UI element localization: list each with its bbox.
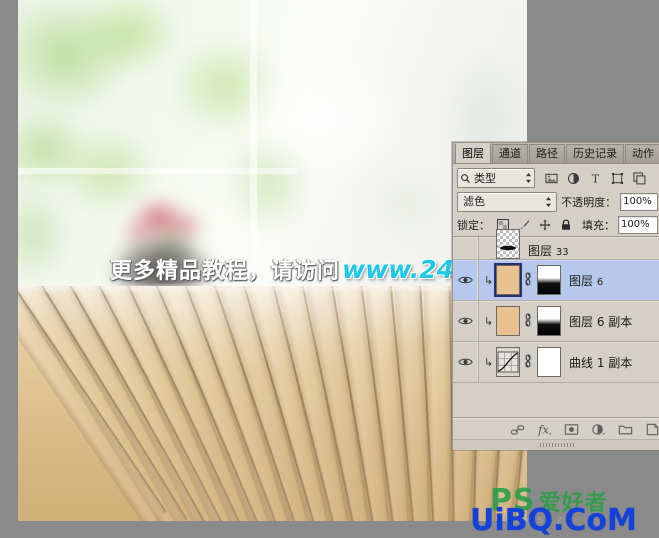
panel-tab-4[interactable]: 历史记录 [566,144,624,163]
watermark-bottom-right: PS爱好者 www.sa.z UiBQ.CoM [470,483,659,535]
mask-link-icon[interactable] [523,272,533,286]
eye-icon [458,275,473,285]
new-layer-icon [645,422,659,437]
eye-icon [458,357,473,367]
layer-row[interactable]: ↳ 图层 6 副本 [453,301,659,342]
layer-name-label: 图层 33 [528,242,569,259]
svg-text:T: T [592,172,600,184]
mask-link-wrapper[interactable] [520,271,536,290]
mask-link-wrapper[interactable] [520,312,536,331]
add-layer-mask-icon [564,422,579,437]
lock-position-icon[interactable] [539,219,551,231]
layers-panel[interactable]: 图层通道路径历史记录动作 类型 [452,142,659,450]
layer-content-preview [497,230,519,258]
layer-thumbnail[interactable] [496,306,520,336]
filter-kind-dropdown[interactable]: 类型 [457,168,535,188]
opacity-input[interactable]: 100% [620,193,658,211]
watermark-uibq-text: UiBQ.CoM [470,503,637,538]
layer-visibility-toggle[interactable] [453,260,479,300]
lock-all-icon[interactable] [560,219,572,231]
layer-style-button[interactable]: fx [537,422,552,437]
fill-input[interactable]: 100% [618,216,658,234]
filter-shape-icon[interactable] [611,172,624,185]
lock-label: 锁定： [457,217,490,233]
panel-resize-grip[interactable] [453,439,659,450]
layer-name-label: 曲线 1 副本 [569,354,632,371]
chevron-updown-icon[interactable] [525,172,532,184]
panel-tab-2[interactable]: 通道 [492,144,528,163]
panel-tab-bar[interactable]: 图层通道路径历史记录动作 [453,143,659,164]
filter-kind-label: 类型 [474,170,522,186]
lock-row[interactable]: 锁定： [453,214,659,236]
layer-list[interactable]: 图层 33 ↳ 图层 6 ↳ 图层 6 副本 ↳ 曲线 1 副本 [453,236,659,383]
layer-row[interactable]: ↳ 曲线 1 副本 [453,342,659,383]
layer-visibility-toggle[interactable] [453,237,479,259]
layer-mask-thumbnail[interactable] [537,265,561,295]
layer-name-label: 图层 6 副本 [569,313,632,330]
layer-filter-row[interactable]: 类型 T [453,164,659,190]
mask-link-icon[interactable] [523,313,533,327]
blend-mode-dropdown[interactable]: 滤色 [457,192,557,212]
filter-type-buttons[interactable]: T [545,172,646,185]
layer-row[interactable]: ↳ 图层 6 [453,260,659,301]
layer-name-label: 图层 6 [569,272,603,289]
layer-visibility-toggle[interactable] [453,342,479,382]
new-layer-button[interactable] [645,422,659,437]
panel-tab-3[interactable]: 路径 [529,144,565,163]
fill-group[interactable]: 填充： 100% [582,216,658,234]
eye-icon [458,316,473,326]
curves-adjustment-icon [497,348,519,376]
grip-dots-icon [540,443,574,447]
wood-floor [18,286,527,521]
new-fill-adjustment-button[interactable] [591,422,606,437]
layer-thumbnail[interactable] [496,229,520,259]
layer-row[interactable]: 图层 33 [453,237,659,260]
panel-bottom-toolbar[interactable]: fx [453,417,659,440]
floor-horizon-edge [18,286,527,291]
magnifier-icon [460,173,471,184]
layer-thumbnail[interactable] [496,265,520,295]
opacity-label: 不透明度： [561,194,616,210]
fill-label: 填充： [582,217,615,233]
blend-mode-value: 滤色 [463,195,485,208]
new-group-button[interactable] [618,422,633,437]
chevron-updown-icon[interactable] [545,196,552,208]
panel-tab-1[interactable]: 图层 [455,143,491,163]
svg-text:fx: fx [537,423,549,436]
filter-smart-object-icon[interactable] [633,172,646,185]
floor-shading [18,286,527,521]
panel-tab-5[interactable]: 动作 [625,144,659,163]
new-adjustment-layer-icon [591,422,606,437]
clipping-mask-arrow-icon: ↳ [482,315,495,328]
photoshop-screen: 更多精品教程，请访问 www.240PS.com PS爱好者 www.sa.z … [0,0,659,535]
link-layers-icon [510,422,525,437]
filter-adjustment-icon[interactable] [567,172,580,185]
add-layer-mask-button[interactable] [564,422,579,437]
link-layers-button[interactable] [510,422,525,437]
clipping-mask-arrow-icon: ↳ [482,356,495,369]
window-mullion-horizontal [18,168,298,174]
new-group-icon [618,422,633,437]
layer-style-icon: fx [537,422,552,437]
clipping-mask-arrow-icon: ↳ [482,274,495,287]
layer-thumbnail[interactable] [496,347,520,377]
layer-mask-thumbnail[interactable] [537,306,561,336]
mask-link-wrapper[interactable] [520,353,536,372]
layer-visibility-toggle[interactable] [453,301,479,341]
filter-pixel-icon[interactable] [545,172,558,185]
watermark-chinese-text: 更多精品教程，请访问 [110,253,340,285]
filter-type-icon[interactable]: T [589,172,602,185]
blend-mode-row[interactable]: 滤色 不透明度： 100% [453,190,659,214]
layer-mask-thumbnail[interactable] [537,347,561,377]
mask-link-icon[interactable] [523,354,533,368]
